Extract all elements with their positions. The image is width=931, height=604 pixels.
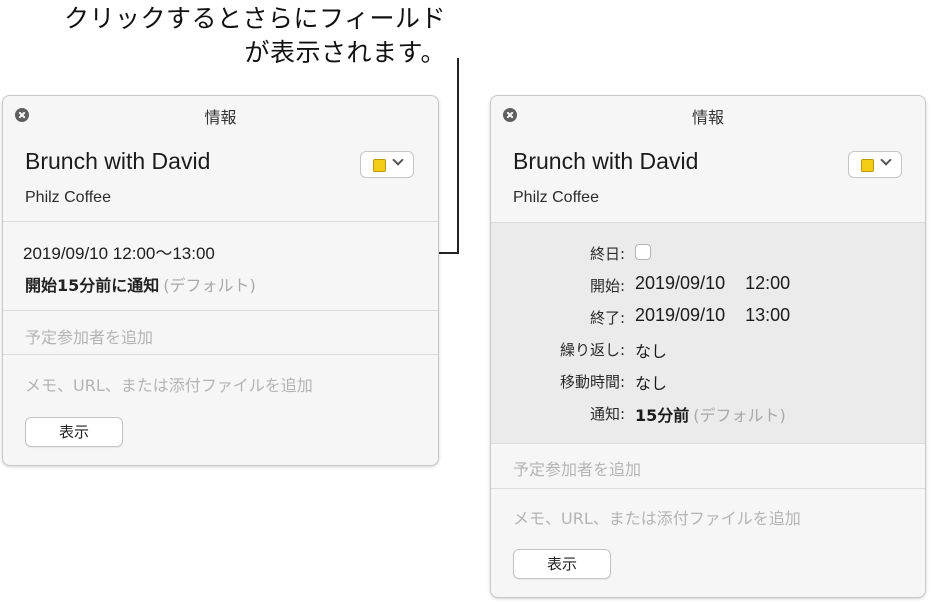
- travel-time-value[interactable]: なし: [635, 370, 667, 394]
- alert-value[interactable]: 15分前 (デフォルト): [635, 402, 786, 426]
- callout-line-1: クリックするとさらにフィールド: [63, 4, 446, 33]
- all-day-row: 終日:: [491, 239, 925, 269]
- panel-title: 情報: [691, 108, 724, 127]
- calendar-color-popup-button[interactable]: [360, 151, 414, 178]
- start-date[interactable]: 2019/09/10: [635, 273, 725, 293]
- alert-label: 通知:: [589, 405, 625, 423]
- repeat-row: 繰り返し: なし: [491, 335, 925, 365]
- callout-annotation: クリックするとさらにフィールド が表示されます。: [0, 2, 446, 70]
- start-row: 開始: 2019/09/10 12:00: [491, 271, 925, 301]
- divider: [491, 443, 925, 444]
- panel-title: 情報: [204, 108, 237, 127]
- divider: [3, 310, 438, 311]
- travel-time-label: 移動時間:: [559, 373, 625, 391]
- event-info-panel-expanded: 情報 Brunch with David Philz Coffee 終日: 開始…: [490, 95, 926, 598]
- color-swatch-icon: [861, 159, 874, 172]
- alert-default-text: (デフォルト): [693, 406, 786, 425]
- chevron-down-icon: [392, 154, 404, 166]
- calendar-color-popup-button[interactable]: [848, 151, 902, 178]
- start-time[interactable]: 12:00: [745, 273, 790, 293]
- add-invitees-field[interactable]: 予定参加者を追加: [25, 324, 153, 348]
- divider: [491, 488, 925, 489]
- alert-text: 開始15分前に通知: [25, 276, 160, 295]
- chevron-down-icon: [880, 154, 892, 166]
- alert-row: 通知: 15分前 (デフォルト): [491, 399, 925, 429]
- event-info-panel-collapsed: 情報 Brunch with David Philz Coffee 2019/0…: [2, 95, 439, 466]
- divider: [3, 354, 438, 355]
- event-datetime[interactable]: 2019/09/10 12:00〜13:00: [23, 239, 215, 264]
- travel-time-row: 移動時間: なし: [491, 367, 925, 397]
- show-button[interactable]: 表示: [513, 549, 611, 579]
- show-button[interactable]: 表示: [25, 417, 123, 447]
- divider: [3, 221, 438, 222]
- all-day-label: 終日:: [589, 245, 625, 263]
- callout-line-2: が表示されます。: [244, 38, 446, 67]
- event-location[interactable]: Philz Coffee: [513, 189, 599, 207]
- add-notes-field[interactable]: メモ、URL、または添付ファイルを追加: [25, 372, 313, 396]
- callout-leader-vertical: [457, 58, 459, 252]
- alert-default-text: (デフォルト): [163, 276, 256, 295]
- end-row: 終了: 2019/09/10 13:00: [491, 303, 925, 333]
- event-location[interactable]: Philz Coffee: [25, 189, 111, 207]
- add-notes-field[interactable]: メモ、URL、または添付ファイルを追加: [513, 505, 801, 529]
- end-date[interactable]: 2019/09/10: [635, 305, 725, 325]
- end-value[interactable]: 2019/09/10 13:00: [635, 305, 790, 326]
- start-value[interactable]: 2019/09/10 12:00: [635, 273, 790, 294]
- repeat-value[interactable]: なし: [635, 338, 667, 362]
- alert-value-text: 15分前: [635, 406, 690, 425]
- all-day-checkbox[interactable]: [635, 244, 651, 260]
- event-name[interactable]: Brunch with David: [25, 148, 210, 175]
- end-label: 終了:: [589, 309, 625, 327]
- event-details-section: 終日: 開始: 2019/09/10 12:00 終了: 2019/09/10 13…: [491, 223, 925, 443]
- event-alert[interactable]: 開始15分前に通知 (デフォルト): [25, 272, 256, 296]
- add-invitees-field[interactable]: 予定参加者を追加: [513, 456, 641, 480]
- color-swatch-icon: [373, 159, 386, 172]
- end-time[interactable]: 13:00: [745, 305, 790, 325]
- repeat-label: 繰り返し:: [559, 341, 625, 359]
- event-name[interactable]: Brunch with David: [513, 148, 698, 175]
- start-label: 開始:: [589, 277, 625, 295]
